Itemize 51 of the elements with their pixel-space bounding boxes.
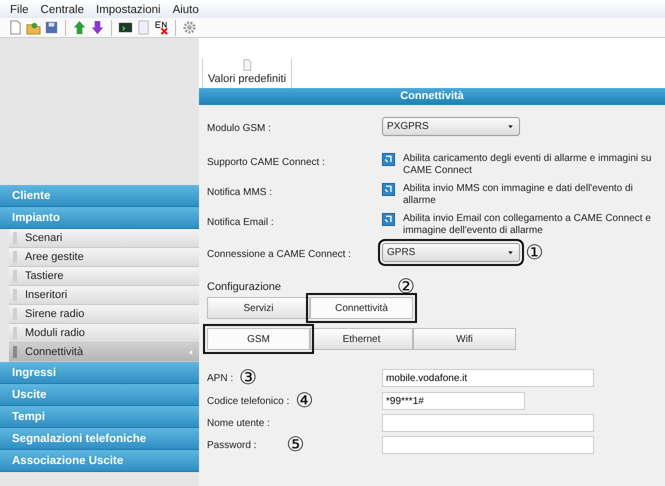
callout-number: ① xyxy=(526,243,544,263)
sidebar-item[interactable]: Sirene radio xyxy=(9,305,199,324)
folder-icon[interactable] xyxy=(26,20,41,35)
language-remove-icon[interactable] xyxy=(154,20,169,35)
collapse-arrow-icon xyxy=(186,348,195,356)
new-file-icon[interactable] xyxy=(8,20,23,35)
input-field[interactable] xyxy=(382,414,594,432)
menu-item[interactable]: Centrale xyxy=(40,2,84,16)
menu-item[interactable]: File xyxy=(10,2,29,16)
field-label: Notifica Email : xyxy=(207,216,275,230)
up-arrow-icon[interactable] xyxy=(72,20,87,35)
sidebar-item[interactable]: Connettività xyxy=(9,343,199,362)
menu-item[interactable]: Impostazioni xyxy=(96,2,161,16)
field-label: Connessione a CAME Connect : xyxy=(207,248,352,262)
checked-checkbox-icon[interactable] xyxy=(382,213,395,226)
down-arrow-icon[interactable] xyxy=(90,20,105,35)
field-label: Password : xyxy=(207,438,256,452)
panel-title: Connettività xyxy=(199,88,665,105)
monitor-icon[interactable] xyxy=(118,20,133,35)
tab[interactable]: Ethernet xyxy=(310,328,413,350)
checkbox-label: Abilita invio MMS con immagine e dati dell'evento di allarme xyxy=(403,183,634,207)
tab[interactable]: Wifi xyxy=(413,328,516,350)
save-icon[interactable] xyxy=(44,20,59,35)
input-field[interactable]: mobile.vodafone.it xyxy=(382,369,594,387)
field-label: Nome utente : xyxy=(207,416,270,430)
tab[interactable]: Servizi xyxy=(207,297,310,319)
checkbox-label: Abilita caricamento degli eventi di allarme e immagini su CAME Connect xyxy=(403,153,652,177)
callout-number: ⑤ xyxy=(286,435,304,455)
sidebar-item[interactable]: Inseritori xyxy=(9,286,199,305)
field-label: Notifica MMS : xyxy=(207,186,274,200)
sidebar-item[interactable]: Tastiere xyxy=(9,267,199,286)
callout-number: ② xyxy=(397,277,415,297)
input-field[interactable]: *99***1# xyxy=(382,392,525,410)
field-label: APN : xyxy=(207,372,234,386)
checkbox-label: Abilita invio Email con collegamento a CAME Connect e immagine dell'evento di allarme xyxy=(403,213,652,237)
page-icon xyxy=(241,58,254,70)
gear-icon[interactable] xyxy=(182,20,197,35)
sidebar-item[interactable]: Aree gestite xyxy=(9,248,199,267)
menu-item[interactable]: Aiuto xyxy=(172,2,199,16)
field-label: Modulo GSM : xyxy=(207,122,272,136)
callout-number: ③ xyxy=(239,368,258,388)
section-label: Configurazione xyxy=(207,280,281,295)
sidebar-item[interactable]: Moduli radio xyxy=(9,324,199,343)
checked-checkbox-icon[interactable] xyxy=(382,153,395,166)
field-label: Supporto CAME Connect : xyxy=(207,156,326,170)
callout-number: ④ xyxy=(295,391,314,411)
dropdown[interactable]: PXGPRS xyxy=(382,117,520,136)
checked-checkbox-icon[interactable] xyxy=(382,183,395,196)
sidebar-item[interactable]: Scenari xyxy=(9,229,199,248)
input-field[interactable] xyxy=(382,436,594,454)
field-label: Codice telefonico : xyxy=(207,394,290,408)
